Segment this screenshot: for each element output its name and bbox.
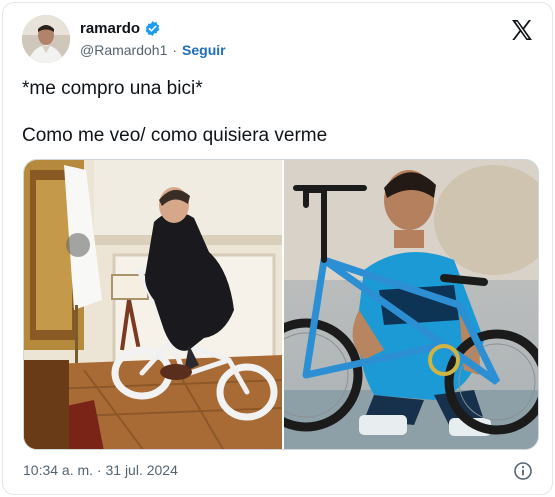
x-logo-icon[interactable] [510,18,534,42]
tweet-text-line-2: Como me veo/ como quisiera verme [22,125,328,146]
follow-button[interactable]: Seguir [182,42,226,58]
tweet-footer: 10:34 a. m. · 31 jul. 2024 [23,461,533,481]
tweet-card: ramardo @Ramardoh1 · Seguir *me compro u… [2,2,553,495]
separator-dot: · [172,42,178,58]
media-image-left[interactable] [24,160,282,449]
tweet-media [23,159,539,450]
author-handle[interactable]: @Ramardoh1 [80,42,167,58]
author-handle-row: @Ramardoh1 · Seguir [80,42,226,58]
tweet-text-line-1: *me compro una bici* [22,78,203,99]
verified-badge-icon [144,20,161,37]
media-image-right[interactable] [284,160,538,449]
info-icon[interactable] [513,461,533,481]
author-name[interactable]: ramardo [80,20,140,37]
tweet-header: ramardo @Ramardoh1 · Seguir [22,15,536,65]
tweet-timestamp[interactable]: 10:34 a. m. · 31 jul. 2024 [23,462,178,478]
avatar[interactable] [22,15,70,63]
author-name-row: ramardo [80,20,161,37]
